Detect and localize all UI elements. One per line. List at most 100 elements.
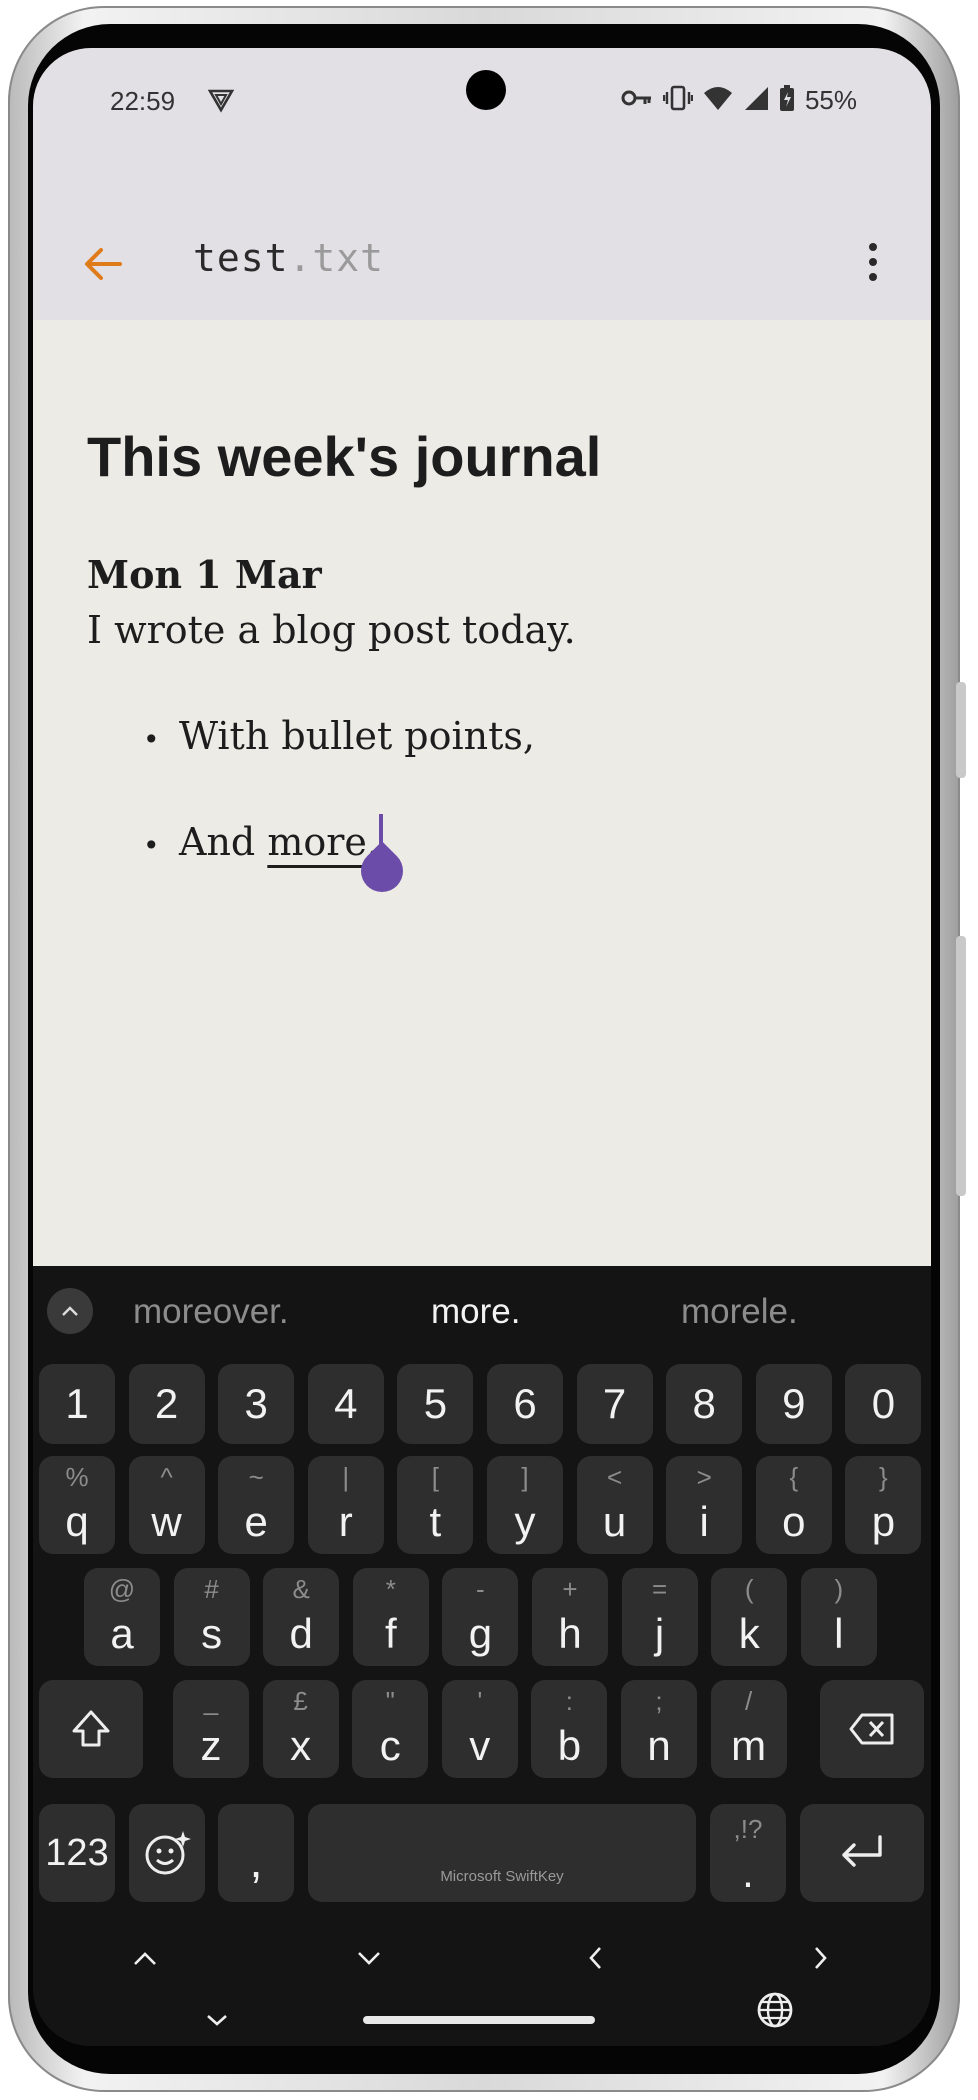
key-4[interactable]: 4 (307, 1364, 384, 1444)
key-label: l (834, 1610, 844, 1657)
key-i[interactable]: > i (666, 1456, 743, 1554)
key-t[interactable]: [t (397, 1456, 474, 1554)
cursor-down-button[interactable] (329, 1928, 409, 1988)
key-g[interactable]: -g (442, 1568, 519, 1666)
volume-button (956, 936, 966, 1196)
document-heading: This week's journal (87, 425, 602, 488)
key-label: 7 (602, 1380, 627, 1427)
key-6[interactable]: 6 (487, 1364, 563, 1444)
key-label: q (65, 1498, 89, 1545)
key-secondary-label: [ (431, 1462, 439, 1492)
key-secondary-label: @ (108, 1574, 136, 1604)
key-b[interactable]: :b (531, 1680, 608, 1778)
backspace-key[interactable] (820, 1680, 924, 1778)
period-key-label: . (742, 1849, 754, 1896)
key-z[interactable]: _ z (173, 1680, 249, 1778)
key-label: x (290, 1722, 312, 1769)
period-key[interactable]: ,!? . (710, 1804, 786, 1902)
signal-icon (743, 85, 769, 115)
front-camera (466, 70, 506, 110)
key-9[interactable]: 9 (755, 1364, 832, 1444)
key-u[interactable]: < u (576, 1456, 653, 1554)
comma-key[interactable]: , (218, 1804, 294, 1902)
key-secondary-label: ( (744, 1574, 754, 1604)
key-f[interactable]: * f (352, 1568, 429, 1666)
enter-key[interactable] (800, 1804, 924, 1902)
key-k[interactable]: (k (711, 1568, 788, 1666)
emoji-key[interactable] (129, 1804, 205, 1902)
key-label: p (871, 1498, 896, 1545)
text-editor[interactable]: This week's journal Mon 1 Mar I wrote a … (33, 320, 931, 1266)
suggestion-right[interactable]: morele. (681, 1292, 798, 1332)
key-h[interactable]: + h (532, 1568, 608, 1666)
space-bar[interactable]: Microsoft SwiftKey (308, 1804, 696, 1902)
key-3[interactable]: 3 (218, 1364, 295, 1444)
key-2[interactable]: 2 (128, 1364, 205, 1444)
key-secondary-label: } (879, 1462, 888, 1492)
battery-percent: 55% (804, 84, 857, 115)
key-e[interactable]: ~ e (218, 1456, 295, 1554)
symbols-key[interactable]: 123 (39, 1804, 115, 1902)
key-secondary-label: : (565, 1686, 573, 1716)
chevron-left-icon (589, 1947, 601, 1969)
key-secondary-label: ^ (160, 1462, 173, 1492)
home-indicator[interactable] (363, 2016, 595, 2024)
key-y[interactable]: ] y (487, 1456, 563, 1554)
shift-key[interactable] (39, 1680, 143, 1778)
status-time: 22:59 (110, 86, 176, 116)
suggestion-left[interactable]: moreover. (133, 1292, 289, 1332)
language-switch-button[interactable] (735, 1980, 815, 2040)
key-1[interactable]: 1 (39, 1364, 115, 1444)
key-s[interactable]: # s (173, 1568, 250, 1666)
expand-toolbar-button[interactable] (47, 1288, 93, 1334)
key-l[interactable]: ) l (800, 1568, 877, 1666)
key-secondary-label: | (342, 1462, 350, 1492)
suggestion-center[interactable]: more. (431, 1292, 520, 1332)
key-label: g (468, 1610, 493, 1657)
key-p[interactable]: } p (845, 1456, 922, 1554)
key-w[interactable]: ^ w (128, 1456, 205, 1554)
chevron-up-icon (134, 1952, 156, 1965)
cursor-right-button[interactable] (781, 1928, 861, 1988)
wifi-icon (703, 85, 733, 115)
emoji-sparkle-icon (145, 1831, 191, 1875)
key-a[interactable]: @ a (84, 1568, 160, 1666)
key-secondary-label: ) (834, 1574, 844, 1604)
key-7[interactable]: 7 (576, 1364, 653, 1444)
key-5[interactable]: 5 (397, 1364, 474, 1444)
key-label: s (201, 1610, 223, 1657)
shift-icon (72, 1710, 110, 1747)
cursor-left-button[interactable] (555, 1928, 635, 1988)
key-x[interactable]: £ x (262, 1680, 339, 1778)
comma-key-label: , (249, 1835, 263, 1887)
cursor-up-button[interactable] (105, 1928, 185, 1988)
key-c[interactable]: " c (352, 1680, 429, 1778)
key-label: 0 (871, 1380, 896, 1427)
key-o[interactable]: {o (755, 1456, 832, 1554)
composing-word: more. (267, 820, 379, 864)
space-bar-label: Microsoft SwiftKey (440, 1867, 564, 1885)
battery-icon (779, 84, 795, 116)
key-m[interactable]: / m (710, 1680, 787, 1778)
arrow-back-icon (84, 247, 122, 285)
key-d[interactable]: & d (263, 1568, 340, 1666)
key-q[interactable]: % q (39, 1456, 115, 1554)
key-n[interactable]: ; n (621, 1680, 697, 1778)
back-button[interactable] (73, 236, 133, 296)
file-name: test (193, 236, 289, 280)
key-label: u (602, 1498, 627, 1545)
key-label: z (200, 1722, 222, 1769)
key-v[interactable]: ' v (441, 1680, 518, 1778)
key-secondary-label: % (65, 1462, 89, 1492)
more-options-button[interactable] (843, 232, 903, 292)
key-8[interactable]: 8 (666, 1364, 743, 1444)
key-r[interactable]: | r (307, 1456, 384, 1554)
key-label: r (338, 1498, 353, 1545)
key-label: b (557, 1722, 582, 1769)
key-label: 8 (692, 1380, 716, 1427)
key-j[interactable]: = j (621, 1568, 698, 1666)
chevron-right-icon (815, 1947, 827, 1969)
hide-keyboard-button[interactable] (177, 1990, 257, 2046)
key-0[interactable]: 0 (845, 1364, 922, 1444)
key-label: 9 (782, 1380, 806, 1427)
